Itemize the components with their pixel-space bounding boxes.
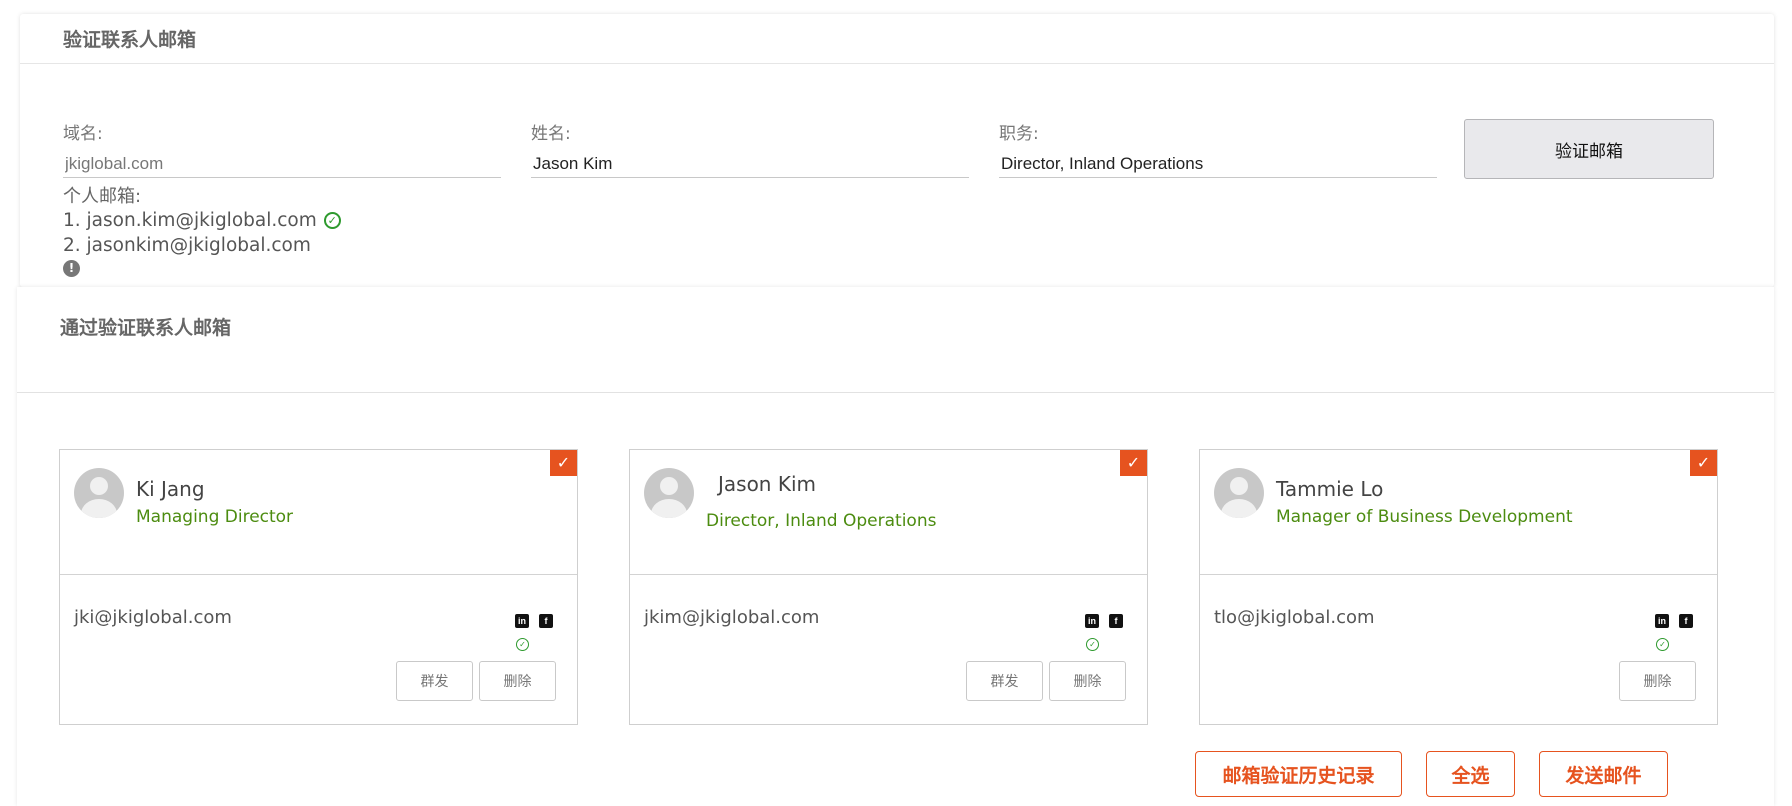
delete-button[interactable]: 删除	[1049, 661, 1126, 701]
contact-title: Director, Inland Operations	[706, 511, 937, 531]
verify-contact-panel: 验证联系人邮箱 域名: 姓名: 职务: 验证邮箱 个人邮箱: 1. jason.…	[20, 14, 1774, 287]
contact-card-header: Jason Kim Director, Inland Operations ✓	[630, 450, 1147, 575]
checkbox-checked-icon[interactable]: ✓	[1690, 450, 1717, 476]
bulk-send-button[interactable]: 群发	[966, 661, 1043, 701]
personal-email-status: !	[63, 258, 341, 277]
position-field: 职务:	[999, 119, 1437, 178]
contact-card-actions: 群发 删除	[966, 661, 1126, 701]
name-label: 姓名:	[531, 124, 571, 144]
contact-card-header: Ki Jang Managing Director ✓	[60, 450, 577, 575]
contact-email: tlo@jkiglobal.com	[1214, 607, 1375, 628]
user-avatar-icon	[1214, 468, 1264, 518]
contact-card: Jason Kim Director, Inland Operations ✓ …	[629, 449, 1148, 725]
verify-panel-header: 验证联系人邮箱	[20, 14, 1774, 64]
verified-panel-header: 通过验证联系人邮箱	[17, 287, 1774, 393]
delete-button[interactable]: 删除	[1619, 661, 1696, 701]
personal-email-text: 1. jason.kim@jkiglobal.com	[63, 210, 317, 231]
contact-name: Ki Jang	[136, 477, 205, 501]
facebook-icon[interactable]: f	[539, 614, 553, 628]
domain-label: 域名:	[63, 124, 103, 144]
contact-title: Manager of Business Development	[1276, 507, 1573, 527]
linkedin-icon[interactable]: in	[515, 614, 529, 628]
checkbox-checked-icon[interactable]: ✓	[550, 450, 577, 476]
contact-name: Tammie Lo	[1276, 477, 1384, 501]
verified-contacts-panel: 通过验证联系人邮箱 Ki Jang Managing Director ✓ jk…	[17, 287, 1774, 806]
contact-title: Managing Director	[136, 507, 294, 527]
contact-card-actions: 群发 删除	[396, 661, 556, 701]
contact-card-header: Tammie Lo Manager of Business Developmen…	[1200, 450, 1717, 575]
contact-card-actions: 删除	[1619, 661, 1696, 701]
email-history-button[interactable]: 邮箱验证历史记录	[1195, 751, 1402, 797]
check-circle-icon: ✓	[1086, 638, 1099, 651]
check-circle-icon: ✓	[516, 638, 529, 651]
personal-email-label: 个人邮箱:	[63, 186, 142, 207]
verified-panel-title: 通过验证联系人邮箱	[60, 317, 232, 339]
position-label: 职务:	[999, 124, 1039, 144]
contact-email: jki@jkiglobal.com	[74, 607, 232, 628]
domain-field: 域名:	[63, 119, 501, 178]
social-links: in f	[1085, 614, 1123, 628]
social-links: in f	[1655, 614, 1693, 628]
personal-email-text: 2. jasonkim@jkiglobal.com	[63, 235, 311, 256]
delete-button[interactable]: 删除	[479, 661, 556, 701]
verify-panel-title: 验证联系人邮箱	[63, 29, 197, 51]
facebook-icon[interactable]: f	[1109, 614, 1123, 628]
name-input[interactable]	[531, 150, 969, 178]
facebook-icon[interactable]: f	[1679, 614, 1693, 628]
send-email-button[interactable]: 发送邮件	[1539, 751, 1668, 797]
checkbox-checked-icon[interactable]: ✓	[1120, 450, 1147, 476]
contact-card: Tammie Lo Manager of Business Developmen…	[1199, 449, 1718, 725]
contact-name: Jason Kim	[718, 472, 816, 496]
linkedin-icon[interactable]: in	[1655, 614, 1669, 628]
domain-input[interactable]	[63, 150, 501, 178]
personal-email-list: 个人邮箱: 1. jason.kim@jkiglobal.com ✓ 2. ja…	[63, 182, 341, 277]
exclamation-circle-icon: !	[63, 260, 80, 277]
check-circle-icon: ✓	[1656, 638, 1669, 651]
user-avatar-icon	[74, 468, 124, 518]
linkedin-icon[interactable]: in	[1085, 614, 1099, 628]
personal-email-item: 1. jason.kim@jkiglobal.com ✓	[63, 208, 341, 233]
position-input[interactable]	[999, 150, 1437, 178]
verify-email-button[interactable]: 验证邮箱	[1464, 119, 1714, 179]
contact-card: Ki Jang Managing Director ✓ jki@jkigloba…	[59, 449, 578, 725]
check-circle-icon: ✓	[323, 212, 341, 229]
social-links: in f	[515, 614, 553, 628]
user-avatar-icon	[644, 468, 694, 518]
select-all-button[interactable]: 全选	[1426, 751, 1515, 797]
contact-email: jkim@jkiglobal.com	[644, 607, 820, 628]
bulk-send-button[interactable]: 群发	[396, 661, 473, 701]
name-field: 姓名:	[531, 119, 969, 178]
personal-email-item: 2. jasonkim@jkiglobal.com	[63, 233, 341, 258]
